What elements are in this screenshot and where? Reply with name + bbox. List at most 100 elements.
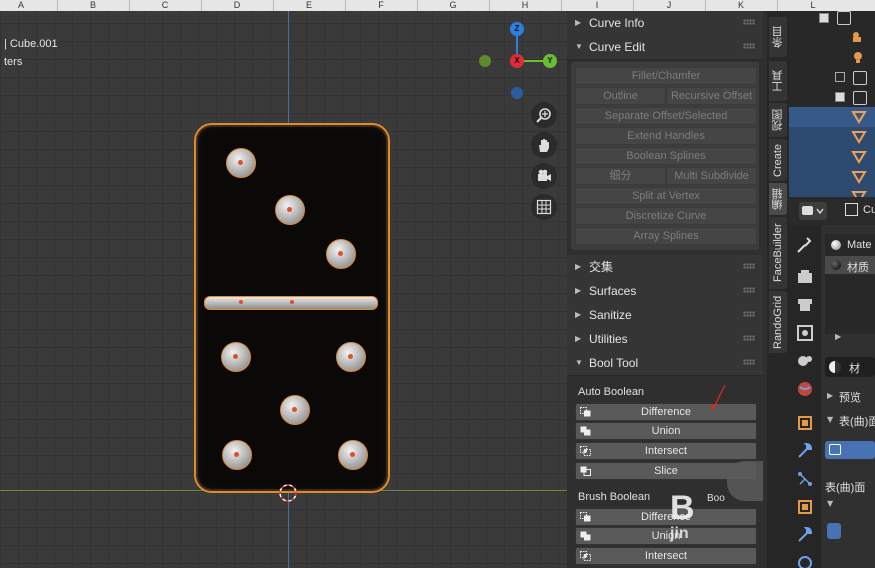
brush-union-button[interactable]: Union [575, 527, 757, 545]
outliner-row[interactable] [789, 147, 875, 167]
outliner-row[interactable] [789, 127, 875, 147]
tool-icon[interactable] [795, 235, 815, 255]
section-sanitize[interactable]: ▶ Sanitize [567, 303, 763, 328]
checkbox-icon[interactable] [819, 13, 829, 23]
constraint-wrench-icon[interactable] [795, 525, 815, 545]
multi-subdivide-button[interactable]: Multi Subdivide [666, 167, 757, 185]
tab-item[interactable]: 条目 [769, 17, 787, 57]
section-curve-edit[interactable]: ▼ Curve Edit [567, 35, 763, 60]
material-browse-icon[interactable] [829, 361, 841, 373]
tab-facebuilder[interactable]: FaceBuilder [769, 217, 787, 289]
drag-grip-icon[interactable] [743, 287, 755, 293]
zoom-icon[interactable] [531, 102, 557, 128]
modifier-wrench-icon[interactable] [795, 441, 815, 461]
checkbox-icon[interactable] [835, 72, 845, 82]
node-link-icon[interactable] [827, 523, 841, 539]
drag-grip-icon[interactable] [743, 43, 755, 49]
gizmo-z-label: Z [514, 24, 520, 33]
array-splines-button[interactable]: Array Splines [575, 227, 757, 245]
outliner-row[interactable] [789, 27, 875, 47]
3d-viewport[interactable]: | Cube.001 ters Z X Y [0, 11, 567, 568]
editor-type-dropdown[interactable] [799, 202, 827, 220]
auto-intersect-button[interactable]: Intersect [575, 442, 757, 460]
outliner-row[interactable] [789, 87, 875, 107]
discretize-curve-button[interactable]: Discretize Curve [575, 207, 757, 225]
section-bool-tool[interactable]: ▼ Bool Tool [567, 351, 763, 376]
drag-grip-icon[interactable] [743, 359, 755, 365]
column-separator [57, 0, 58, 11]
section-label: Bool Tool [589, 356, 639, 370]
fillet-chamfer-button[interactable]: Fillet/Chamfer [575, 67, 757, 85]
subdivide-button[interactable]: 细分 [575, 167, 666, 185]
chevron-right-icon[interactable]: ▶ [827, 391, 833, 400]
material-selector[interactable]: 材 [825, 357, 875, 377]
chevron-down-icon[interactable]: ▼ [827, 415, 833, 424]
auto-union-button[interactable]: Union [575, 422, 757, 440]
section-intersect[interactable]: ▶ 交集 [567, 255, 763, 280]
watermark-subtext: jin [670, 525, 689, 542]
surface-node-button[interactable] [825, 441, 875, 459]
object-name-field[interactable]: Cu [863, 204, 875, 216]
outliner-row[interactable] [789, 47, 875, 67]
drag-grip-icon[interactable] [743, 311, 755, 317]
brush-intersect-button[interactable]: Intersect [575, 547, 757, 565]
split-at-vertex-button[interactable]: Split at Vertex [575, 187, 757, 205]
section-label: Utilities [589, 332, 628, 346]
tab-create[interactable]: Create [769, 139, 787, 181]
column-separator [417, 0, 418, 11]
grid-icon[interactable] [531, 194, 557, 220]
outliner-row[interactable] [789, 11, 875, 27]
scene-icon[interactable] [795, 351, 815, 371]
render-icon[interactable] [795, 267, 815, 287]
material-slot-label: Mate [847, 239, 872, 251]
material-slot-list: Mate 材质 ▶ [825, 234, 875, 341]
tab-tool[interactable]: 工具 [769, 61, 787, 101]
chevron-down-icon: ▼ [575, 42, 583, 51]
chevron-right-icon: ▶ [575, 286, 582, 295]
physics-icon[interactable] [795, 553, 815, 568]
separate-offset-button[interactable]: Separate Offset/Selected [575, 107, 757, 125]
outliner-row-selected[interactable] [789, 107, 875, 127]
checkbox-icon[interactable] [835, 92, 845, 102]
material-slot[interactable]: Mate [825, 236, 875, 254]
tab-view[interactable]: 视图 [769, 103, 787, 137]
camera-icon[interactable] [531, 163, 557, 189]
boolean-splines-button[interactable]: Boolean Splines [575, 147, 757, 165]
object-icon[interactable] [795, 413, 815, 433]
drag-grip-icon[interactable] [743, 263, 755, 269]
tab-edit[interactable]: 编辑 [769, 183, 787, 215]
tab-randogrid[interactable]: RandoGrid [769, 291, 787, 353]
properties-editor-icon [802, 206, 824, 215]
drag-grip-icon[interactable] [743, 335, 755, 341]
world-icon[interactable] [795, 379, 815, 399]
pin-object-icon[interactable] [845, 203, 858, 216]
brush-boolean-label: Brush Boolean [578, 491, 651, 503]
outliner-row[interactable] [789, 67, 875, 87]
hand-pan-icon[interactable] [531, 132, 557, 158]
extend-handles-button[interactable]: Extend Handles [575, 127, 757, 145]
brush-difference-button[interactable]: Difference [575, 508, 757, 526]
recursive-offset-button[interactable]: Recursive Offset [666, 87, 757, 105]
3d-cursor-icon[interactable] [277, 482, 299, 504]
preview-panel-header[interactable]: 预览 [839, 389, 861, 405]
chevron-down-icon[interactable]: ▼ [827, 499, 833, 508]
outliner-row[interactable] [789, 187, 875, 197]
section-utilities[interactable]: ▶ Utilities [567, 327, 763, 352]
outliner-row[interactable] [789, 167, 875, 187]
material-name-field[interactable]: 材 [849, 360, 860, 376]
domino-pip [275, 195, 305, 225]
section-curve-info[interactable]: ▶ Curve Info [567, 11, 763, 36]
column-separator [273, 0, 274, 11]
surface-panel-header[interactable]: 表(曲)面 [839, 413, 875, 429]
object-data-icon[interactable] [795, 497, 815, 517]
view-layer-icon[interactable] [795, 323, 815, 343]
outline-button[interactable]: Outline [575, 87, 666, 105]
output-icon[interactable] [795, 295, 815, 315]
intersect-icon [580, 551, 591, 561]
material-slot-selected[interactable]: 材质 [825, 256, 875, 274]
domino-mesh-object[interactable] [194, 123, 390, 493]
particles-icon[interactable] [795, 469, 815, 489]
chevron-right-icon[interactable]: ▶ [835, 332, 841, 341]
section-surfaces[interactable]: ▶ Surfaces [567, 279, 763, 304]
drag-grip-icon[interactable] [743, 19, 755, 25]
